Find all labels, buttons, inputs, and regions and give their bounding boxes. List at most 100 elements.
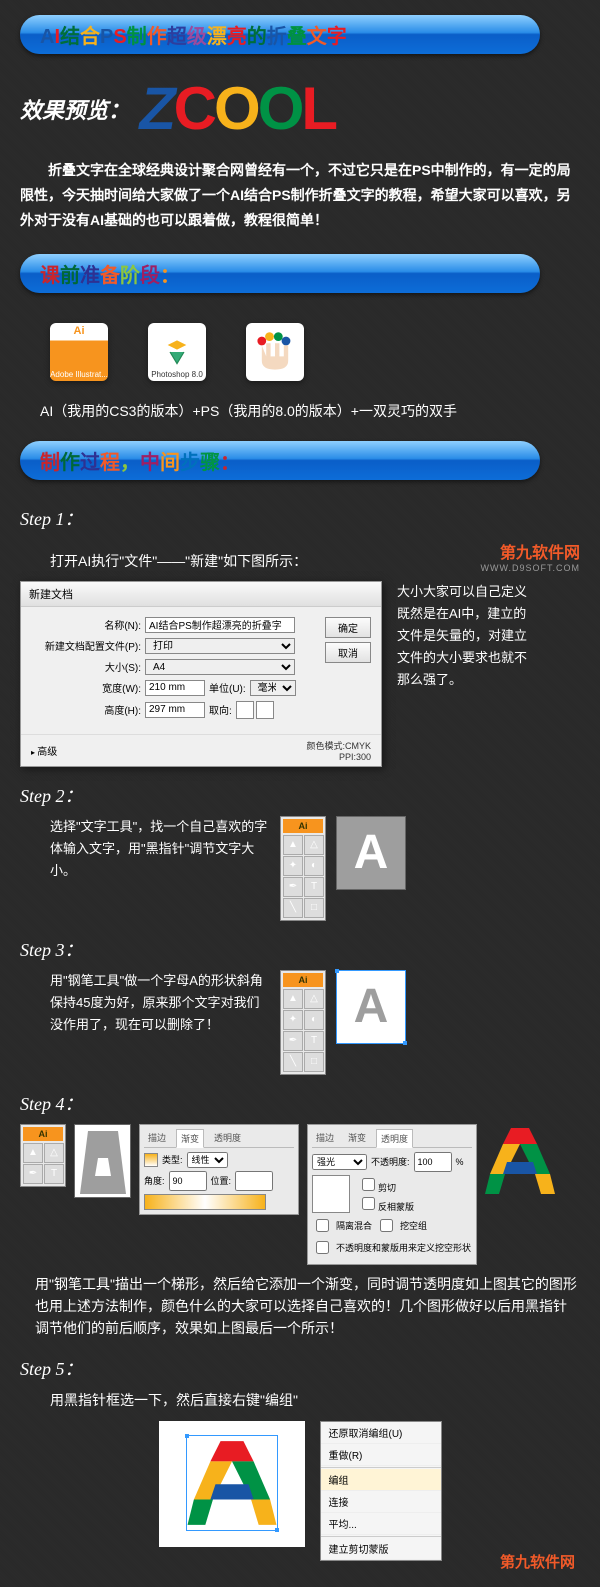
unit-label: 单位(U):	[209, 680, 246, 695]
width-input[interactable]	[145, 680, 205, 696]
tab-gradient-2[interactable]: 渐变	[344, 1129, 370, 1147]
ai-icon: Adobe Illustrat...	[50, 323, 108, 381]
tool-selection[interactable]: ▲	[283, 989, 303, 1009]
intro-paragraph: 折叠文字在全球经典设计聚合网曾经有一个，不过它只是在PS中制作的，有一定的局限性…	[20, 158, 580, 234]
new-document-dialog: 新建文档 名称(N): 新建文档配置文件(P): 打印 大小(S): A4	[20, 581, 382, 767]
tool-lasso[interactable]: ◐	[304, 1010, 324, 1030]
step-3-preview: A	[336, 970, 406, 1044]
height-input[interactable]	[145, 702, 205, 718]
tool-rect[interactable]: □	[304, 898, 324, 918]
tools-caption: AI（我用的CS3的版本）+PS（我用的8.0的版本）+一双灵巧的双手	[40, 401, 560, 421]
clip-checkbox[interactable]	[362, 1178, 375, 1191]
tool-direct[interactable]: △	[304, 989, 324, 1009]
tool-line[interactable]: ╲	[283, 1052, 303, 1072]
step-4-text: 用"钢笔工具"描出一个梯形，然后给它添加一个渐变，同时调节透明度如上图其它的图形…	[35, 1273, 580, 1340]
gradient-panel: 描边 渐变 透明度 类型: 线性 角度: 位置:	[139, 1124, 299, 1215]
knockout-checkbox[interactable]	[380, 1219, 393, 1232]
step-4-shape	[74, 1124, 131, 1198]
watermark-bottom: 第九软件网	[20, 1551, 575, 1572]
orient-label: 取向:	[209, 702, 232, 717]
step-5-label: Step 5：	[20, 1355, 580, 1381]
shape-checkbox[interactable]	[316, 1241, 329, 1254]
step-2-preview: A	[336, 816, 406, 890]
tool-selection[interactable]: ▲	[283, 835, 303, 855]
unit-select[interactable]: 毫米	[250, 680, 296, 696]
tab-stroke[interactable]: 描边	[144, 1129, 170, 1147]
zcool-logo: Z C O O L	[140, 74, 335, 143]
section-prep-banner: 课前准备阶段：	[20, 254, 540, 293]
angle-input[interactable]	[169, 1171, 207, 1191]
step-5-canvas	[159, 1421, 305, 1547]
opacity-panel: 描边 渐变 透明度 强光 不透明度: % 剪切 反相蒙版 隔离混合 挖空组	[307, 1124, 477, 1265]
tool-selection[interactable]: ▲	[23, 1143, 43, 1163]
blend-mode-select[interactable]: 强光	[312, 1154, 367, 1170]
color-info: 颜色模式:CMYKPPI:300	[306, 739, 371, 762]
tool-type[interactable]: T	[304, 877, 324, 897]
name-input[interactable]	[145, 617, 295, 633]
name-label: 名称(N):	[31, 617, 141, 632]
gradient-bar[interactable]	[144, 1194, 266, 1210]
step-1-text: 打开AI执行"文件"——"新建"如下图所示：	[50, 550, 307, 572]
advanced-toggle[interactable]: 高级	[31, 743, 57, 758]
opacity-input[interactable]	[414, 1152, 452, 1172]
gradient-swatch[interactable]	[144, 1153, 158, 1167]
preview-label: 效果预览：	[20, 93, 130, 125]
step-2-label: Step 2：	[20, 782, 580, 808]
tool-type[interactable]: T	[44, 1164, 64, 1184]
tool-icons-row: Adobe Illustrat... Photoshop 8.0	[50, 323, 550, 381]
cancel-button[interactable]: 取消	[325, 642, 371, 663]
invert-checkbox[interactable]	[362, 1197, 375, 1210]
ai-tool-palette-4: Ai ▲△ ✒T	[20, 1124, 66, 1187]
tool-type[interactable]: T	[304, 1031, 324, 1051]
section-process-banner: 制作过程，中间步骤：	[20, 441, 540, 480]
tab-gradient[interactable]: 渐变	[176, 1129, 204, 1148]
step-1-side-note: 大小大家可以自己定义既然是在AI中，建立的文件是矢量的，对建立文件的大小要求也就…	[397, 581, 537, 691]
step-3-label: Step 3：	[20, 936, 580, 962]
cm-undo[interactable]: 还原取消编组(U)	[321, 1422, 441, 1444]
orient-portrait-button[interactable]	[236, 701, 254, 719]
step-4-result	[485, 1124, 555, 1198]
opacity-thumb	[312, 1175, 350, 1213]
step-5-text: 用黑指针框选一下，然后直接右键"编组"	[50, 1389, 580, 1411]
cm-redo[interactable]: 重做(R)	[321, 1444, 441, 1466]
ai-tool-palette-3: Ai ▲△ ✦◐ ✒T ╲□	[280, 970, 326, 1075]
size-label: 大小(S):	[31, 659, 141, 674]
step-2-text: 选择"文字工具"，找一个自己喜欢的字体输入文字，用"黑指针"调节文字大小。	[50, 816, 270, 882]
tool-pen[interactable]: ✒	[283, 877, 303, 897]
profile-select[interactable]: 打印	[145, 638, 295, 654]
step-4-label: Step 4：	[20, 1090, 580, 1116]
ai-tool-palette: Ai ▲△ ✦◐ ✒T ╲□	[280, 816, 326, 921]
ok-button[interactable]: 确定	[325, 617, 371, 638]
tool-pen[interactable]: ✒	[283, 1031, 303, 1051]
dialog-title: 新建文档	[21, 582, 381, 607]
watermark: 第九软件网 WWW.D9SOFT.COM	[481, 539, 581, 573]
height-label: 高度(H):	[31, 702, 141, 717]
step-1-label: Step 1：	[20, 505, 580, 531]
page-title-banner: AI结合PS制作超级漂亮的折叠文字	[20, 15, 540, 54]
cm-group[interactable]: 编组	[321, 1469, 441, 1491]
tool-pen[interactable]: ✒	[23, 1164, 43, 1184]
tool-direct[interactable]: △	[44, 1143, 64, 1163]
location-input[interactable]	[235, 1171, 273, 1191]
tool-lasso[interactable]: ◐	[304, 856, 324, 876]
preview-row: 效果预览： Z C O O L	[20, 74, 580, 143]
ps-icon: Photoshop 8.0	[148, 323, 206, 381]
tab-stroke-2[interactable]: 描边	[312, 1129, 338, 1147]
tool-rect[interactable]: □	[304, 1052, 324, 1072]
hand-icon	[246, 323, 304, 381]
isolate-checkbox[interactable]	[316, 1219, 329, 1232]
cm-average[interactable]: 平均...	[321, 1513, 441, 1535]
tool-wand[interactable]: ✦	[283, 856, 303, 876]
profile-label: 新建文档配置文件(P):	[31, 638, 141, 653]
cm-join[interactable]: 连接	[321, 1491, 441, 1513]
size-select[interactable]: A4	[145, 659, 295, 675]
orient-landscape-button[interactable]	[256, 701, 274, 719]
tool-line[interactable]: ╲	[283, 898, 303, 918]
tool-direct[interactable]: △	[304, 835, 324, 855]
tab-opacity-2[interactable]: 透明度	[376, 1129, 413, 1148]
tool-wand[interactable]: ✦	[283, 1010, 303, 1030]
tab-opacity[interactable]: 透明度	[210, 1129, 245, 1147]
step-3-text: 用"钢笔工具"做一个字母A的形状斜角保持45度为好，原来那个文字对我们没作用了，…	[50, 970, 270, 1036]
width-label: 宽度(W):	[31, 680, 141, 695]
gradient-type-select[interactable]: 线性	[187, 1152, 228, 1168]
